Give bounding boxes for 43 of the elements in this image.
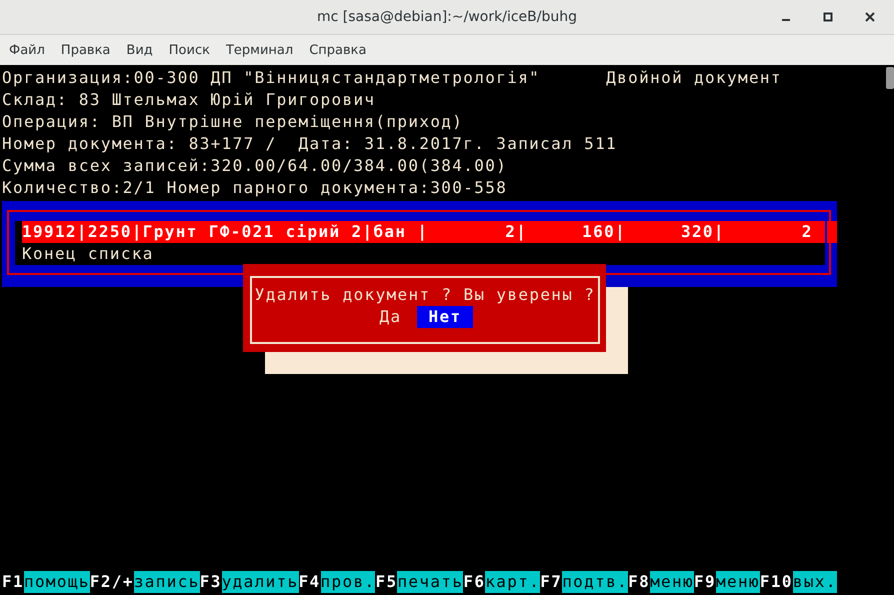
menu-item[interactable]: Правка [58, 42, 118, 58]
dialog-button[interactable]: Да [376, 306, 404, 328]
info-line: Номер документа: 83+177 / Дата: 31.8.2017г. Записал 511 [2, 133, 618, 155]
dialog-button[interactable]: Нет [416, 306, 474, 328]
function-key-label[interactable]: помощь [24, 571, 90, 593]
menu-item[interactable]: Справка [307, 42, 374, 58]
function-key[interactable]: F6 [463, 571, 486, 593]
function-key-label[interactable]: вых. [792, 571, 837, 593]
function-key[interactable]: F5 [375, 571, 398, 593]
function-key[interactable]: F1 [2, 571, 24, 593]
document-type: Двойной документ [606, 67, 782, 89]
scrollbar[interactable] [886, 67, 894, 89]
selection-marker [827, 221, 837, 243]
function-key[interactable]: F2/+ [90, 571, 134, 593]
function-key[interactable]: F10 [760, 571, 793, 593]
menu-item[interactable]: Терминал [224, 42, 302, 58]
function-key[interactable]: F8 [628, 571, 650, 593]
info-line: Организация:00-300 ДП "Вінницястандартметрологія" [2, 67, 540, 89]
window-title: mc [sasa@debian]:~/work/iceB/buhg [317, 9, 577, 25]
function-key-label[interactable]: пров. [320, 571, 376, 593]
menu-item[interactable]: Файл [7, 42, 53, 58]
function-key[interactable]: F3 [200, 571, 222, 593]
menu-item[interactable]: Поиск [166, 42, 218, 58]
list-row[interactable]: 19912|2250|Грунт ГФ-021 сірий 2|бан | 2| 160| 320| 2 [22, 221, 825, 243]
function-key[interactable]: F9 [694, 571, 716, 593]
menu-item[interactable]: Вид [124, 42, 161, 58]
function-key-label[interactable]: удалить [222, 571, 299, 593]
function-key-label[interactable]: подтв. [562, 571, 628, 593]
info-line: Количество:2/1 Номер парного документа:300-558 [2, 177, 508, 199]
info-line: Сумма всех записей:320.00/64.00/384.00(384.00) [2, 155, 508, 177]
list-row[interactable]: Конец списка [22, 243, 825, 265]
maximize-icon[interactable] [822, 11, 834, 23]
info-line: Склад: 83 Штельмах Юрій Григорович [2, 89, 376, 111]
function-key-label[interactable]: меню [650, 571, 694, 593]
function-key-label[interactable]: меню [716, 571, 760, 593]
function-key[interactable]: F7 [540, 571, 562, 593]
close-icon[interactable] [864, 11, 876, 23]
function-key-label[interactable]: печать [397, 571, 464, 593]
info-line: Операция: ВП Внутрішне переміщення(приход) [2, 111, 464, 133]
function-key-label[interactable]: запись [134, 571, 200, 593]
dialog-message: Удалить документ ? Вы уверены ? [254, 284, 596, 306]
function-key-label[interactable]: карт. [485, 571, 540, 593]
function-key[interactable]: F4 [298, 571, 321, 593]
